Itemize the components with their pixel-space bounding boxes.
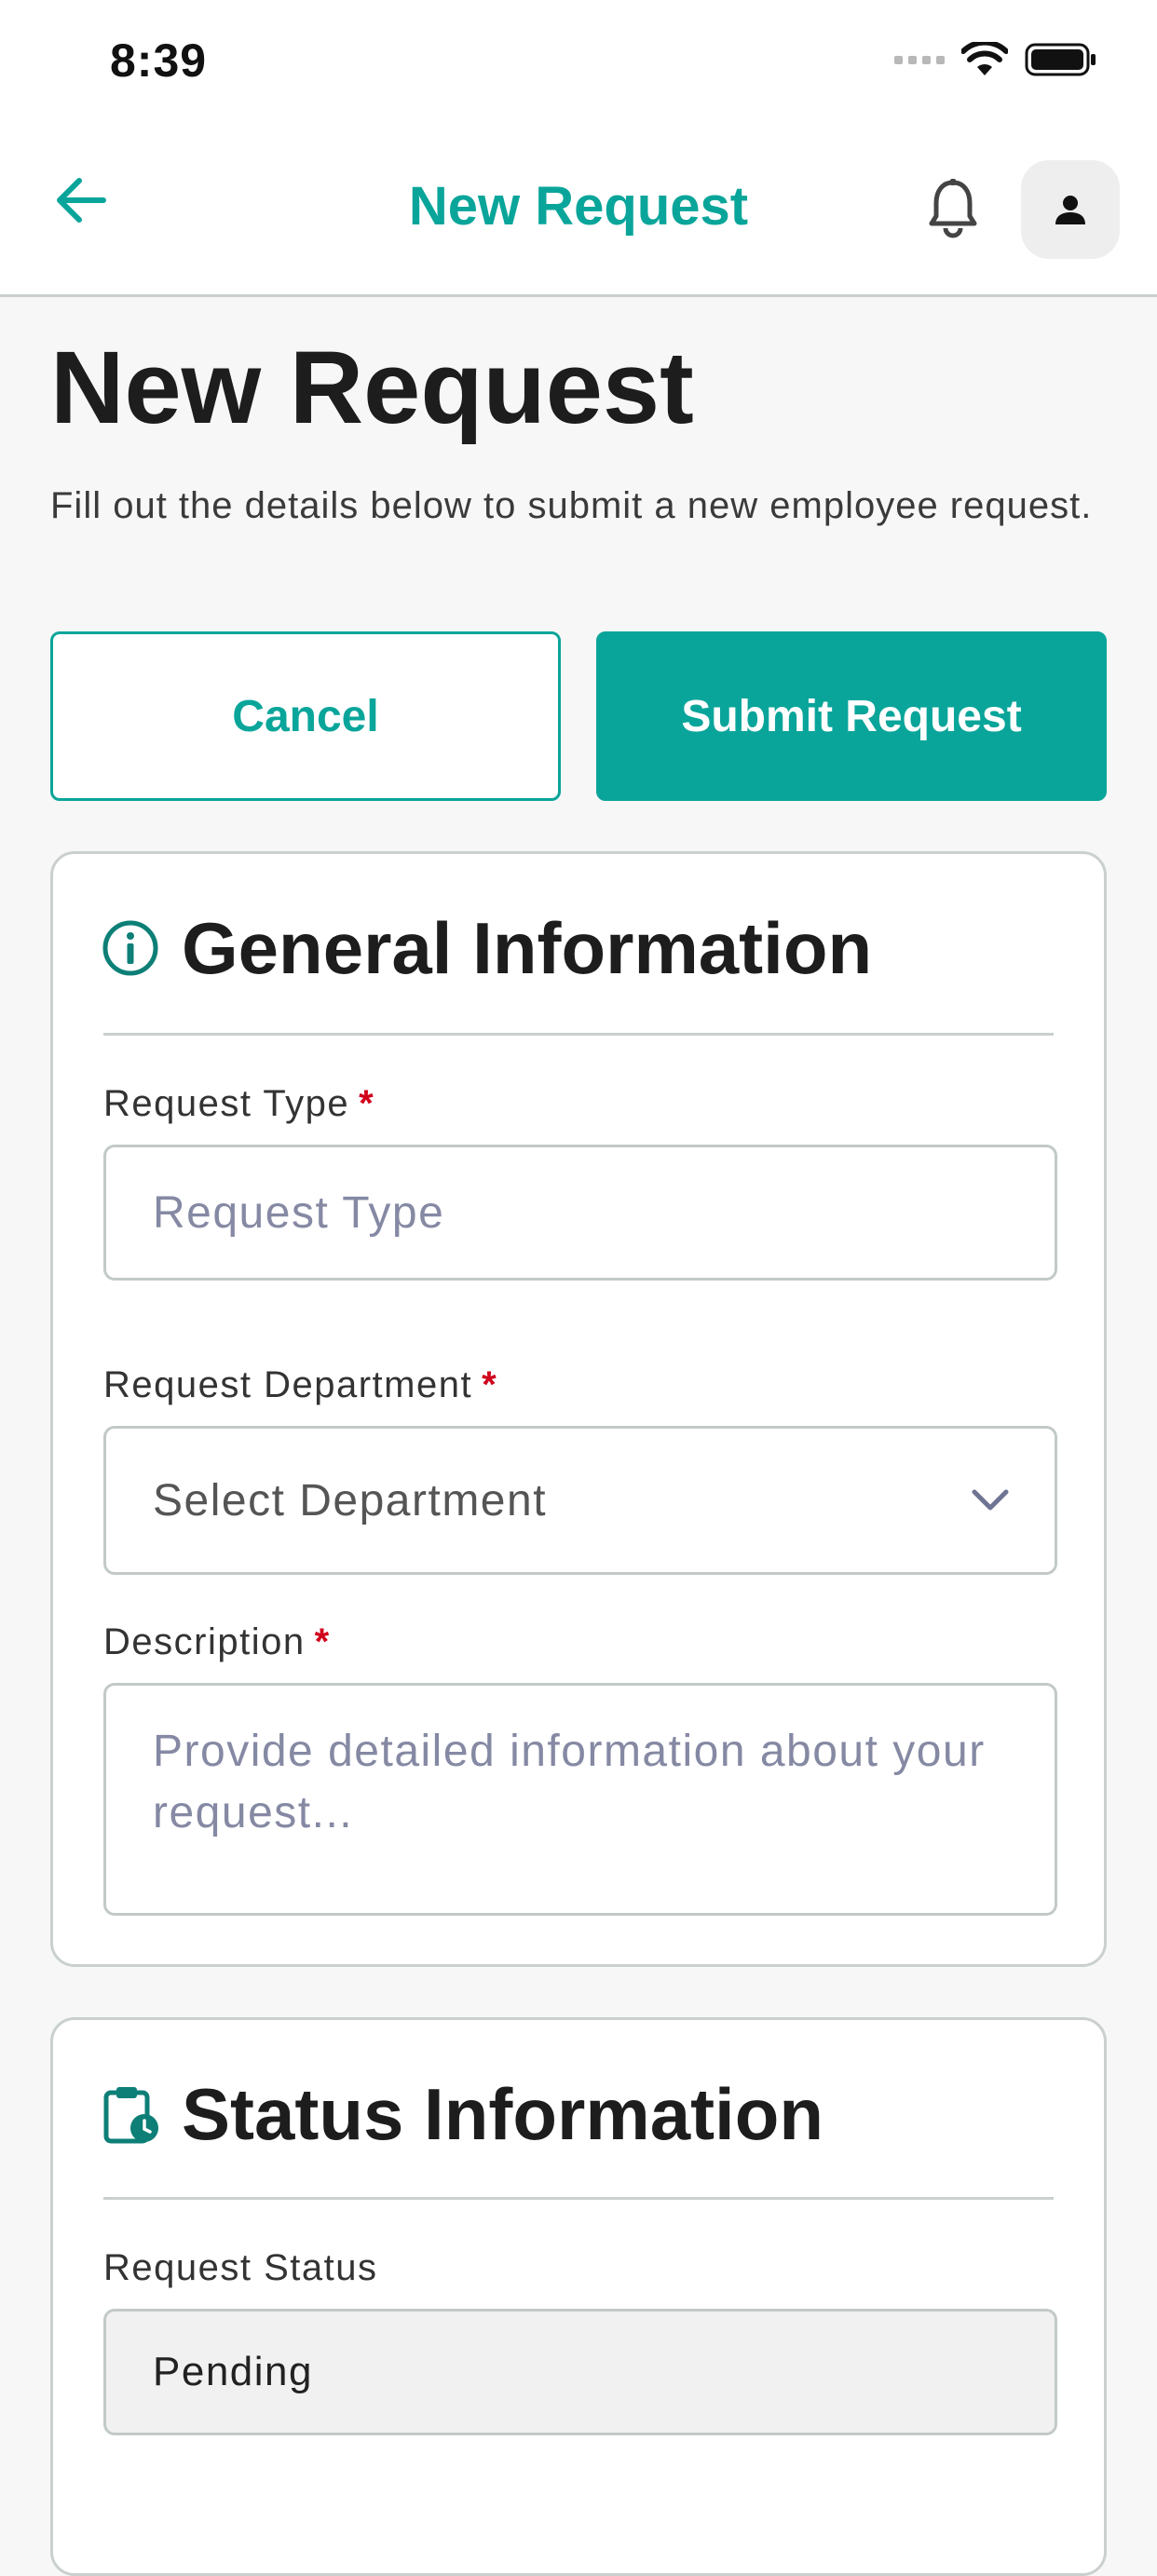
- section-divider: [103, 1033, 1054, 1036]
- app-header: New Request: [0, 127, 1157, 297]
- required-mark: *: [482, 1364, 498, 1405]
- clipboard-clock-icon: [103, 2087, 158, 2144]
- status-time: 8:39: [110, 34, 208, 87]
- submit-request-button[interactable]: Submit Request: [596, 631, 1107, 801]
- notifications-button[interactable]: [920, 171, 986, 246]
- required-mark: *: [359, 1083, 375, 1124]
- section-divider: [103, 2197, 1054, 2200]
- profile-button[interactable]: [1021, 160, 1120, 259]
- request-status-value: Pending: [153, 2349, 313, 2394]
- request-type-label-text: Request Type: [103, 1083, 350, 1124]
- info-circle-icon: [102, 920, 158, 976]
- bell-icon: [929, 179, 977, 238]
- chevron-down-icon: [972, 1489, 1009, 1511]
- request-type-label: Request Type *: [103, 1083, 374, 1125]
- status-icons: [894, 41, 1097, 78]
- description-label-text: Description: [103, 1621, 306, 1662]
- request-department-label-text: Request Department: [103, 1364, 473, 1405]
- request-department-select[interactable]: Select Department: [103, 1426, 1057, 1575]
- page-title: New Request: [50, 331, 694, 445]
- general-information-title: General Information: [182, 907, 873, 989]
- request-status-field: Pending: [103, 2309, 1057, 2435]
- status-bar: 8:39: [0, 0, 1157, 127]
- required-mark: *: [314, 1621, 331, 1662]
- person-icon: [1055, 196, 1085, 224]
- wifi-icon: [961, 42, 1008, 75]
- status-information-card: Status Information Request Status Pendin…: [50, 2017, 1107, 2576]
- cancel-button[interactable]: Cancel: [50, 631, 561, 801]
- arrow-left-icon: [57, 178, 106, 223]
- status-information-header: Status Information: [102, 2078, 824, 2150]
- description-placeholder: Provide detailed information about your …: [153, 1727, 986, 1837]
- page-subtitle: Fill out the details below to submit a n…: [50, 485, 1093, 526]
- general-information-card: General Information Request Type * Reques…: [50, 851, 1107, 1967]
- request-department-label: Request Department *: [103, 1364, 497, 1406]
- cellular-signal-icon: [894, 55, 945, 64]
- request-type-input[interactable]: Request Type: [103, 1145, 1057, 1281]
- battery-icon: [1025, 43, 1096, 76]
- general-information-header: General Information: [102, 912, 872, 984]
- description-textarea[interactable]: Provide detailed information about your …: [103, 1683, 1057, 1916]
- description-label: Description *: [103, 1621, 331, 1663]
- request-department-value: Select Department: [153, 1475, 548, 1525]
- request-type-placeholder: Request Type: [153, 1187, 445, 1238]
- status-information-title: Status Information: [182, 2073, 824, 2155]
- request-status-label: Request Status: [103, 2247, 378, 2288]
- back-button[interactable]: [48, 168, 114, 233]
